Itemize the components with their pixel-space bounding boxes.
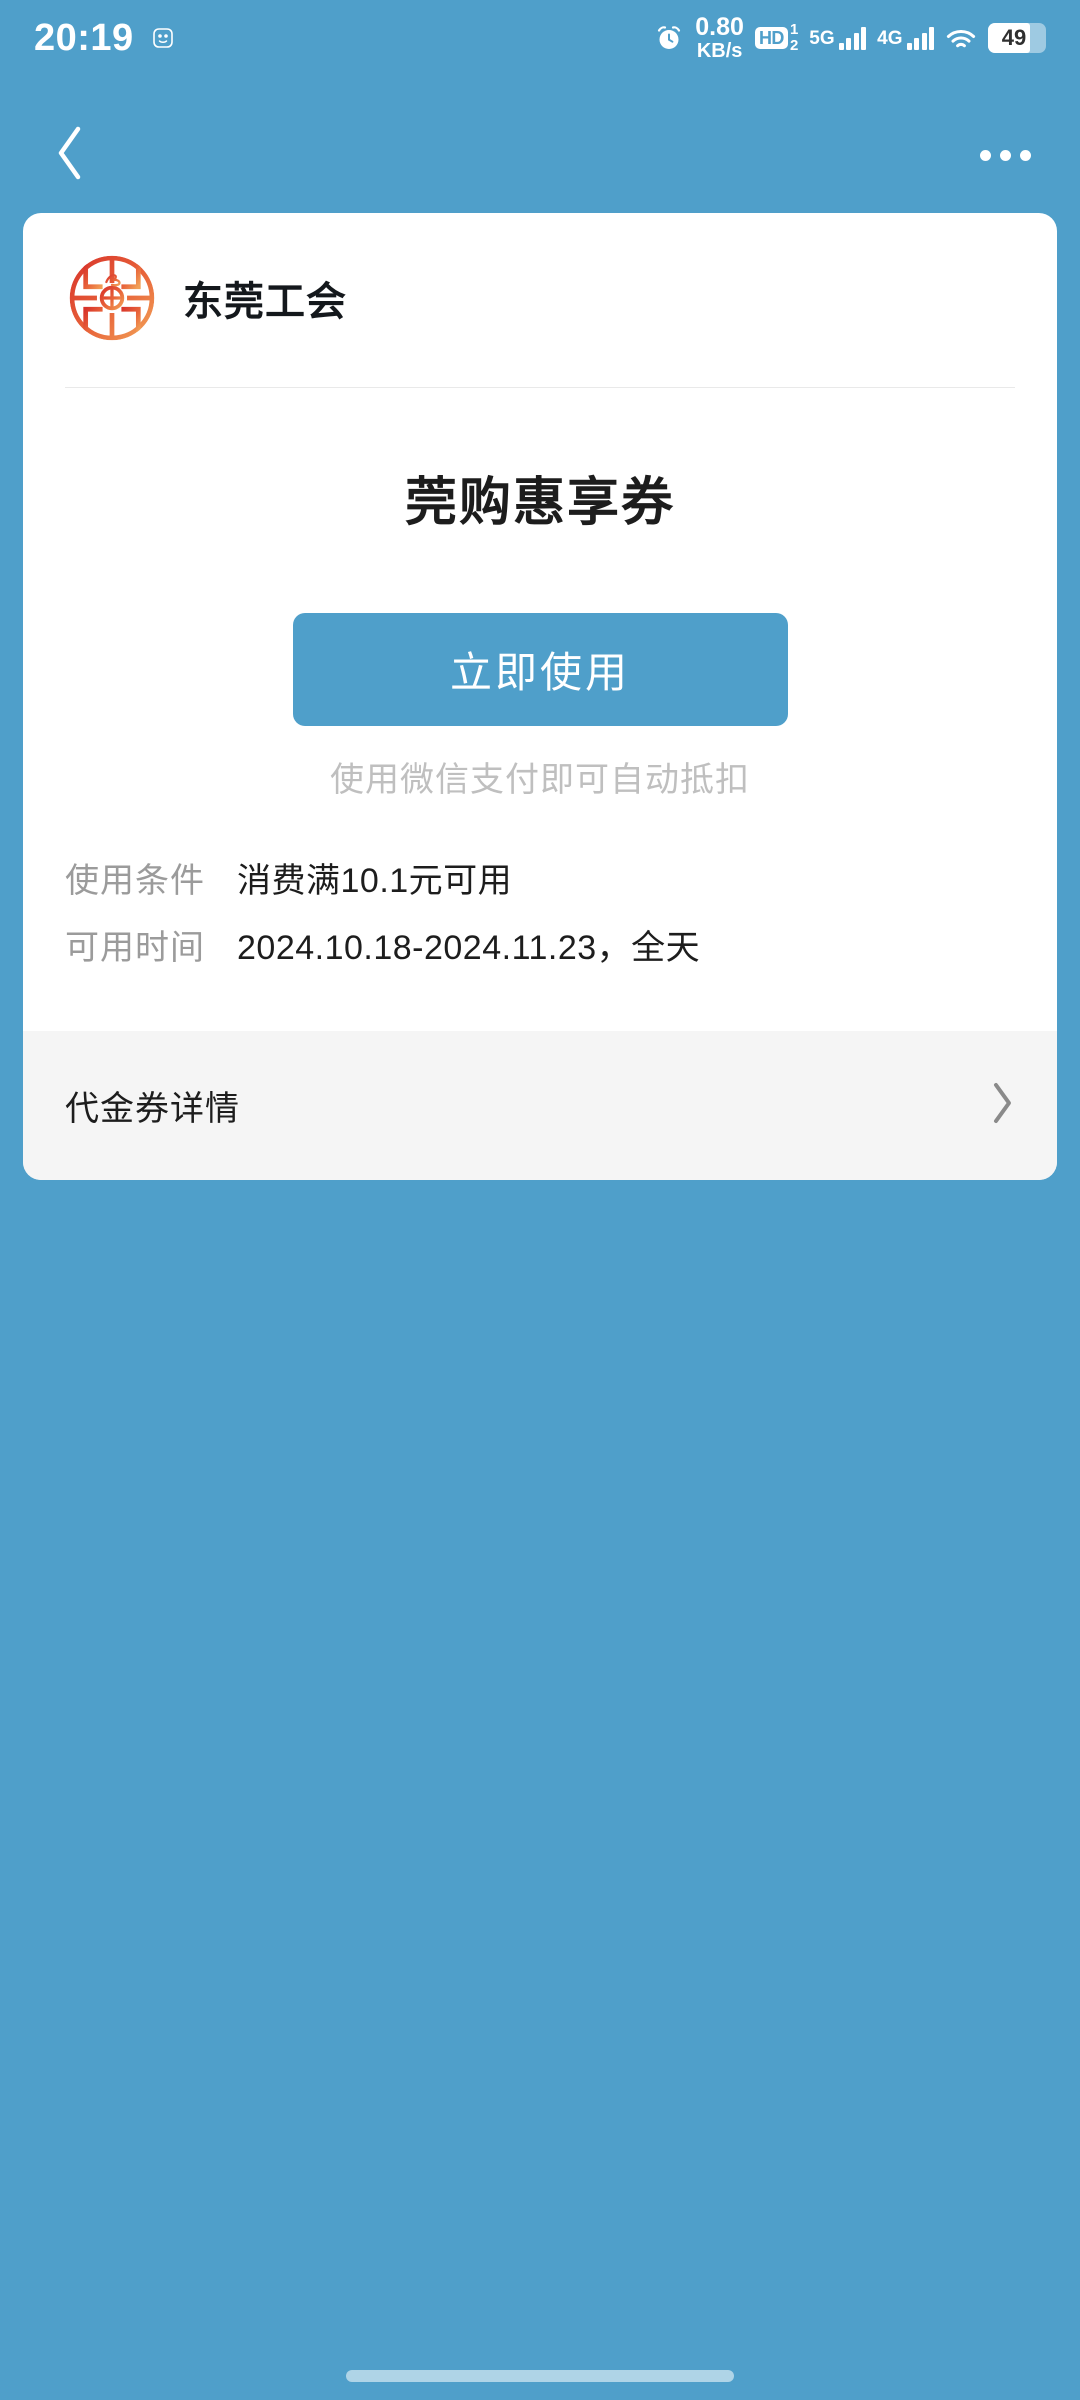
- navigation-bar: [0, 110, 1080, 200]
- brand-name: 东莞工会: [183, 280, 347, 324]
- sim-2-label: 2: [789, 36, 799, 54]
- detail-row: 可用时间 2024.10.18-2024.11.23，全天: [65, 920, 1015, 969]
- volte-hd-indicator: HD 1 2: [754, 22, 798, 54]
- signal-5g-bars: [838, 26, 867, 50]
- network-speed-unit: KB/s: [696, 39, 743, 62]
- signal-indicator-4g: 4G: [877, 26, 934, 50]
- phone-screen: 20:19 0.80 KB/s HD 1 2 5G 4G 49 东莞工会 莞购惠…: [0, 0, 1080, 2400]
- status-bar-clock: 20:19: [34, 17, 134, 59]
- back-button[interactable]: [40, 125, 100, 185]
- coupon-card-body: 东莞工会 莞购惠享券 立即使用 使用微信支付即可自动抵扣 使用条件 消费满10.…: [23, 213, 1057, 1031]
- battery-indicator: 49: [988, 22, 1046, 53]
- smiley-face-icon: [150, 25, 176, 51]
- status-bar-left: 20:19: [34, 19, 176, 57]
- signal-4g-bars: [906, 26, 934, 50]
- use-now-button[interactable]: 立即使用: [292, 613, 788, 726]
- battery-level: 49: [1001, 24, 1027, 50]
- sim-slot-numbers: 1 2: [790, 22, 798, 54]
- brand-header: 东莞工会: [23, 213, 1057, 345]
- wifi-icon: [945, 25, 977, 51]
- voucher-details-label: 代金券详情: [65, 1090, 240, 1128]
- status-bar-right: 0.80 KB/s HD 1 2 5G 4G 49: [654, 15, 1046, 61]
- home-indicator-bar[interactable]: [346, 2370, 734, 2382]
- card-bottom-spacer: [23, 969, 1057, 1031]
- detail-label: 可用时间: [65, 929, 205, 967]
- detail-label: 使用条件: [65, 862, 205, 900]
- dongguan-union-logo-icon: [65, 251, 159, 345]
- detail-row: 使用条件 消费满10.1元可用: [65, 853, 1015, 902]
- more-options-button[interactable]: [970, 125, 1040, 185]
- coupon-title: 莞购惠享券: [404, 474, 675, 532]
- more-horizontal-icon: [979, 149, 1031, 161]
- alarm-clock-icon: [654, 23, 684, 53]
- coupon-card: 东莞工会 莞购惠享券 立即使用 使用微信支付即可自动抵扣 使用条件 消费满10.…: [23, 213, 1057, 1180]
- status-bar: 20:19 0.80 KB/s HD 1 2 5G 4G 49: [0, 0, 1080, 76]
- chevron-left-icon: [53, 125, 87, 186]
- signal-4g-label: 4G: [877, 27, 903, 49]
- coupon-details-list: 使用条件 消费满10.1元可用 可用时间 2024.10.18-2024.11.…: [23, 853, 1057, 969]
- network-speed-value: 0.80: [695, 13, 744, 42]
- network-speed-indicator: 0.80 KB/s: [695, 15, 744, 61]
- detail-value: 消费满10.1元可用: [237, 862, 513, 900]
- signal-5g-label: 5G: [809, 27, 835, 49]
- voucher-details-row[interactable]: 代金券详情: [23, 1031, 1057, 1180]
- signal-indicator-5g: 5G: [809, 26, 867, 50]
- hd-badge: HD: [754, 26, 788, 49]
- sim-1-label: 1: [789, 21, 799, 39]
- detail-value: 2024.10.18-2024.11.23，全天: [237, 929, 701, 967]
- chevron-right-icon: [989, 1080, 1015, 1131]
- header-divider: [65, 387, 1015, 388]
- cta-hint-text: 使用微信支付即可自动抵扣: [330, 761, 750, 799]
- cta-container: 立即使用: [23, 613, 1057, 726]
